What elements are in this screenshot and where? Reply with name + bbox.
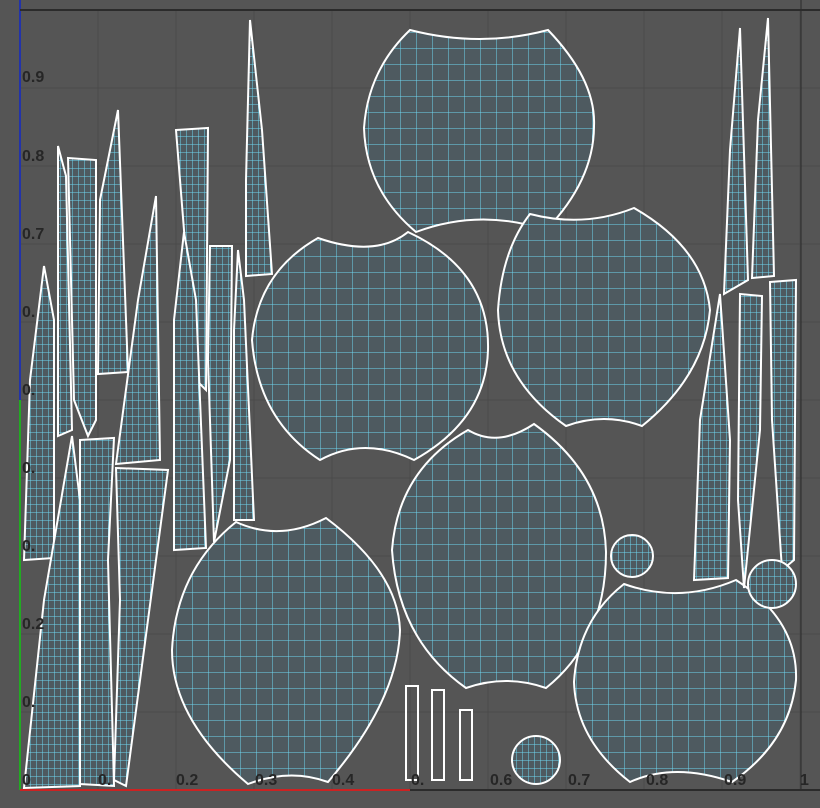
uv-shell-bar[interactable]	[405, 685, 419, 781]
uv-shell-cap[interactable]	[572, 578, 798, 784]
uv-shell-strip[interactable]	[96, 109, 130, 376]
uv-shell-cap[interactable]	[362, 28, 596, 234]
uv-shell-disc[interactable]	[747, 559, 797, 609]
uv-shell-strip[interactable]	[722, 27, 750, 296]
uv-shell-strip[interactable]	[750, 17, 776, 280]
uv-shell-strip[interactable]	[736, 292, 764, 589]
uv-shell-cap[interactable]	[496, 206, 712, 428]
y-tick-label: 0.	[22, 694, 35, 711]
origin-label: 0	[22, 772, 31, 789]
x-tick-label: 0.7	[568, 772, 590, 789]
y-tick-label: 0.2	[22, 616, 44, 633]
uv-shell-bar[interactable]	[459, 709, 473, 781]
uv-canvas[interactable]: 0. 0.2 0.3 0.4 0. 0.6 0.7 0.8 0.9 1 0.9 …	[0, 0, 820, 808]
x-tick-label: 0.6	[490, 772, 512, 789]
uv-shell-strip[interactable]	[245, 19, 274, 278]
y-tick-label: 0.7	[22, 226, 44, 243]
uv-shell-disc[interactable]	[511, 735, 561, 785]
x-tick-label: 0.9	[724, 772, 746, 789]
uv-shell-strip[interactable]	[206, 245, 234, 543]
uv-shell-disc[interactable]	[610, 534, 654, 578]
y-tick-label: 0.9	[22, 69, 44, 86]
uv-editor-viewport[interactable]: 0. 0.2 0.3 0.4 0. 0.6 0.7 0.8 0.9 1 0.9 …	[0, 0, 820, 808]
uv-shell-bar[interactable]	[431, 689, 445, 781]
y-tick-label: 0.	[22, 382, 35, 399]
x-tick-label: 0.	[98, 772, 111, 789]
x-tick-label: 0.8	[646, 772, 668, 789]
y-tick-label: 0.	[22, 538, 35, 555]
x-tick-label: 0.4	[332, 772, 354, 789]
x-tick-label: 0.	[411, 772, 424, 789]
uv-shell-cap[interactable]	[250, 230, 490, 462]
y-tick-label: 0.8	[22, 148, 44, 165]
uv-shell-strip[interactable]	[233, 249, 256, 521]
uv-shell-strip[interactable]	[79, 436, 116, 788]
uv-shell-strip[interactable]	[112, 466, 170, 788]
x-tick-label: 1	[800, 772, 809, 789]
uv-shell-strip[interactable]	[66, 156, 97, 439]
x-tick-label: 0.2	[176, 772, 198, 789]
y-tick-label: 0.	[22, 460, 35, 477]
uv-shell-strip[interactable]	[768, 278, 798, 573]
uv-shell-cap[interactable]	[390, 422, 608, 690]
x-tick-label: 0.3	[255, 772, 277, 789]
y-tick-label: 0.	[22, 304, 35, 321]
uv-shell-cap[interactable]	[170, 516, 402, 786]
